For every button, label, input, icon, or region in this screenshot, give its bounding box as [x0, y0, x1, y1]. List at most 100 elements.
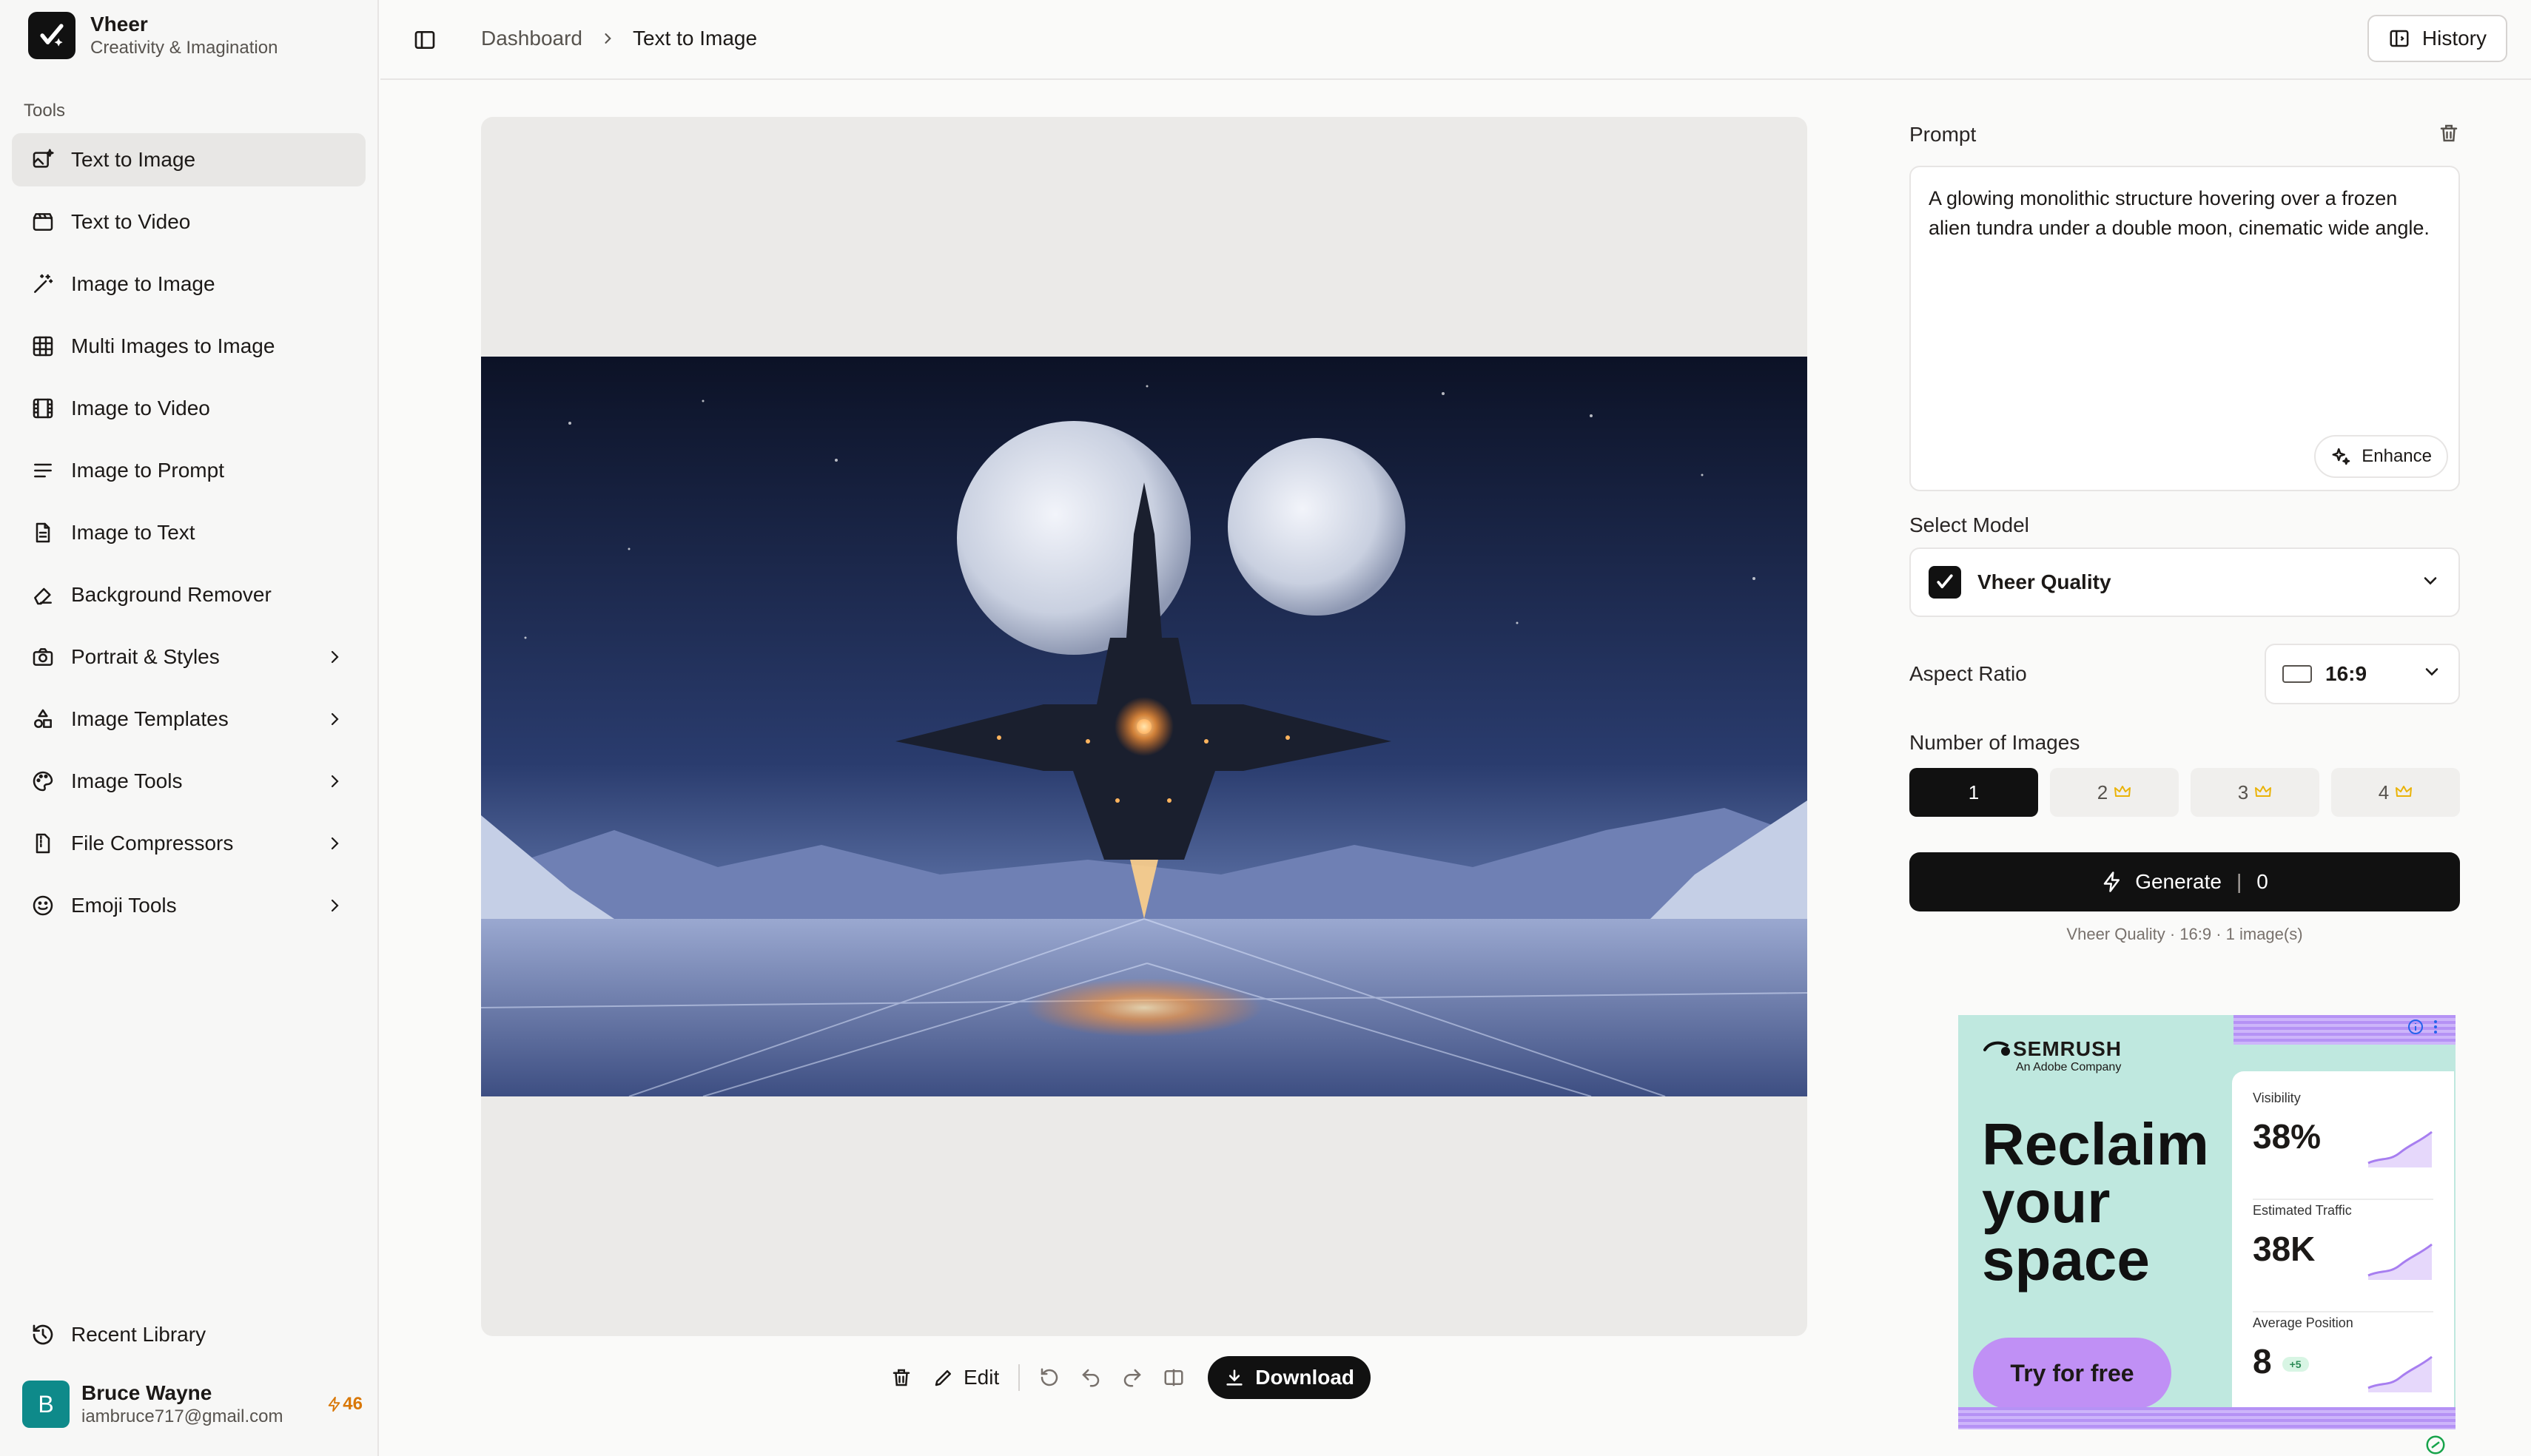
breadcrumb-current: Text to Image	[632, 27, 758, 50]
generate-button[interactable]: Generate | 0	[1909, 852, 2460, 911]
ad-metric-badge: +5	[2282, 1356, 2309, 1372]
aspect-rectangle-icon	[2282, 665, 2312, 683]
eraser-icon	[30, 582, 56, 608]
history-button[interactable]: History	[2367, 15, 2507, 62]
model-select[interactable]: Vheer Quality	[1909, 547, 2460, 617]
sidebar-item-image-to-video[interactable]: Image to Video	[12, 382, 366, 435]
semrush-logo-icon	[1983, 1041, 2010, 1056]
shapes-icon	[30, 706, 56, 732]
user-email: iambruce717@gmail.com	[81, 1406, 283, 1426]
sidebar-item-portrait-styles[interactable]: Portrait & Styles	[12, 630, 366, 684]
ad-metric-label: Estimated Traffic	[2253, 1203, 2352, 1218]
aspect-ratio-label: Aspect Ratio	[1909, 662, 2027, 685]
crown-icon	[2395, 781, 2413, 804]
generate-label: Generate	[2135, 870, 2222, 893]
sparkle-icon	[2332, 448, 2350, 465]
panel-icon	[2390, 30, 2409, 47]
info-icon[interactable]	[2407, 1018, 2424, 1036]
generation-summary: Vheer Quality · 16:9 · 1 image(s)	[2066, 925, 2303, 943]
image-count-value: 4	[2378, 781, 2390, 803]
brand-name: Vheer	[90, 13, 148, 36]
delete-icon[interactable]	[881, 1357, 922, 1398]
palette-icon	[30, 768, 56, 795]
credits-count: 46	[343, 1394, 363, 1414]
image-toolbar: Edit Download	[881, 1354, 1371, 1401]
grid-icon	[30, 333, 56, 360]
ad-headline: Reclaim your space	[1982, 1111, 2209, 1292]
edit-button[interactable]: Edit	[932, 1366, 999, 1389]
advertisement[interactable]: SEMRUSH An Adobe Company Reclaim your sp…	[1958, 1015, 2456, 1429]
sidebar-item-label: Portrait & Styles	[71, 645, 220, 668]
ad-brand-name: SEMRUSH	[2013, 1037, 2122, 1060]
sidebar-item-recent-library[interactable]: Recent Library	[12, 1308, 366, 1361]
brand[interactable]: Vheer Creativity & Imagination	[28, 12, 278, 59]
ad-brand-sub: An Adobe Company	[2016, 1061, 2122, 1074]
chevron-right-icon	[324, 771, 345, 792]
aspect-ratio-value: 16:9	[2325, 662, 2367, 685]
separator: |	[2236, 870, 2242, 893]
prompt-label: Prompt	[1909, 123, 1977, 146]
undo-icon[interactable]	[1070, 1357, 1112, 1398]
generated-image[interactable]	[481, 357, 1807, 1096]
sidebar-item-multi-images-to-image[interactable]: Multi Images to Image	[12, 320, 366, 373]
sidebar: Vheer Creativity & Imagination Tools Tex…	[0, 0, 379, 1456]
image-count-option-2[interactable]: 2	[2050, 768, 2179, 817]
sidebar-toggle-icon[interactable]	[410, 25, 440, 55]
ad-cta-button[interactable]: Try for free	[1973, 1338, 2171, 1409]
sidebar-item-text-to-video[interactable]: Text to Video	[12, 195, 366, 249]
vheer-logo-icon	[1929, 566, 1961, 599]
sidebar-item-text-to-image[interactable]: Text to Image	[12, 133, 366, 186]
generate-cost: 0	[2256, 870, 2268, 893]
ad-metric-label: Visibility	[2253, 1091, 2301, 1105]
image-count-option-4[interactable]: 4	[2331, 768, 2460, 817]
sidebar-item-image-to-image[interactable]: Image to Image	[12, 257, 366, 311]
redo-icon[interactable]	[1112, 1357, 1153, 1398]
ad-info-icons[interactable]	[2407, 1018, 2439, 1036]
download-button[interactable]: Download	[1208, 1356, 1371, 1399]
model-value: Vheer Quality	[1977, 570, 2111, 593]
user-account[interactable]: B Bruce Wayne iambruce717@gmail.com 46	[22, 1381, 363, 1428]
clear-prompt-icon[interactable]	[2438, 122, 2460, 148]
sidebar-item-image-templates[interactable]: Image Templates	[12, 692, 366, 746]
file-zip-icon	[30, 830, 56, 857]
sidebar-item-label: File Compressors	[71, 832, 234, 855]
enhance-button[interactable]: Enhance	[2314, 435, 2448, 478]
prompt-text: A glowing monolithic structure hovering …	[1929, 187, 2430, 239]
sidebar-item-label: Image Templates	[71, 707, 229, 730]
compare-icon[interactable]	[1153, 1357, 1194, 1398]
sidebar-item-emoji-tools[interactable]: Emoji Tools	[12, 879, 366, 932]
more-options-icon[interactable]	[2432, 1018, 2439, 1036]
image-canvas	[481, 117, 1807, 1336]
sparkline-icon	[2367, 1243, 2433, 1280]
smiley-icon	[30, 892, 56, 919]
sidebar-item-label: Image to Prompt	[71, 459, 224, 482]
ad-choices-icon[interactable]	[2424, 1434, 2447, 1456]
image-count-label: Number of Images	[1909, 731, 2080, 754]
film-icon	[30, 395, 56, 422]
sidebar-item-label: Recent Library	[71, 1323, 206, 1346]
enhance-label: Enhance	[2362, 446, 2432, 466]
crown-icon	[2254, 781, 2272, 804]
chevron-right-icon	[324, 709, 345, 729]
ad-metrics-card: Visibility 38% Estimated Traffic 38K Average…	[2232, 1071, 2454, 1415]
breadcrumb: Dashboard Text to Image	[481, 27, 757, 50]
breadcrumb-dashboard[interactable]: Dashboard	[481, 27, 582, 50]
sidebar-item-image-tools[interactable]: Image Tools	[12, 755, 366, 808]
avatar: B	[22, 1381, 70, 1428]
sidebar-item-label: Multi Images to Image	[71, 334, 275, 357]
image-count-value: 1	[1968, 781, 1980, 803]
image-count-option-3[interactable]: 3	[2191, 768, 2319, 817]
sidebar-item-background-remover[interactable]: Background Remover	[12, 568, 366, 621]
ad-metric-value: 8	[2253, 1342, 2272, 1381]
prompt-textarea[interactable]: A glowing monolithic structure hovering …	[1909, 166, 2460, 491]
aspect-ratio-select[interactable]: 16:9	[2265, 644, 2460, 704]
chevron-right-icon	[324, 647, 345, 667]
lightning-icon	[2103, 872, 2120, 892]
reset-icon[interactable]	[1029, 1357, 1070, 1398]
edit-label: Edit	[964, 1366, 1000, 1389]
sidebar-item-image-to-prompt[interactable]: Image to Prompt	[12, 444, 366, 497]
sidebar-item-image-to-text[interactable]: Image to Text	[12, 506, 366, 559]
image-count-option-1[interactable]: 1	[1909, 768, 2038, 817]
sidebar-item-label: Text to Image	[71, 148, 196, 171]
sidebar-item-file-compressors[interactable]: File Compressors	[12, 817, 366, 870]
